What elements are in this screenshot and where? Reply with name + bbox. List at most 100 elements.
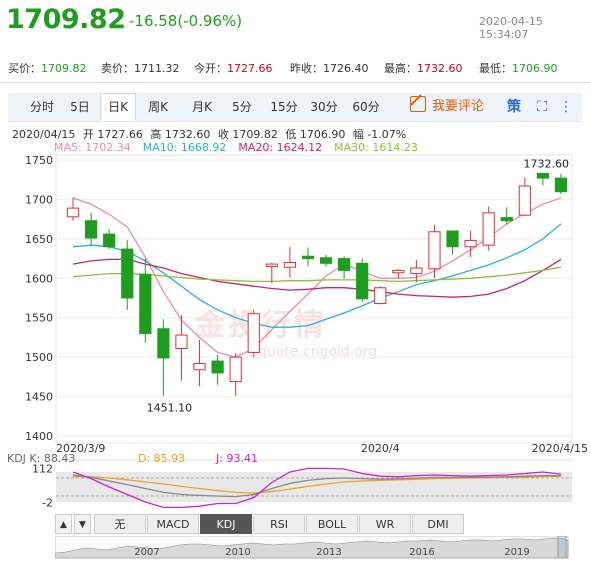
candle (193, 339, 206, 387)
candle-body (121, 248, 134, 299)
current-price: 1709.82 (6, 4, 126, 35)
candle (392, 268, 405, 279)
tab-7[interactable]: 30分 (306, 93, 342, 121)
y-tick-label: 1600 (25, 272, 53, 285)
zoom-out-button[interactable]: ▼ (74, 514, 91, 534)
candle (338, 256, 351, 279)
ohlc-high: 高 1732.60 (150, 128, 211, 141)
indicator-tab-kdj[interactable]: KDJ (200, 514, 252, 534)
candle-body (193, 362, 206, 371)
quote-label: 买价： (8, 62, 41, 75)
zoom-in-button[interactable]: ▲ (55, 514, 72, 534)
tab-5[interactable]: 5分 (224, 93, 260, 121)
quote-label: 今开： (194, 62, 227, 75)
quote-label: 昨收： (290, 62, 323, 75)
tab-0[interactable]: 分时 (24, 93, 60, 121)
candle (301, 247, 315, 267)
ohlc-amp: 幅 -1.07% (352, 128, 407, 141)
quote-label: 最低： (479, 62, 512, 75)
candle-body (319, 257, 333, 264)
range-navigator[interactable]: 2007 2010 2013 2016 2019 (55, 536, 570, 560)
tab-6[interactable]: 15分 (266, 93, 302, 121)
ohlc-legend: 2020/04/15 开 1727.66 高 1732.60 收 1709.82… (12, 126, 410, 142)
y-tick-label: 1650 (25, 233, 53, 246)
price-change: -16.58(-0.96%) (129, 12, 243, 30)
more-icon[interactable]: ⋮ (556, 97, 576, 117)
ohlc-close: 收 1709.82 (217, 128, 278, 141)
candle (464, 230, 477, 257)
tab-1[interactable]: 5日 (62, 93, 98, 121)
indicator-tab-dmi[interactable]: DMI (412, 514, 464, 534)
comment-button[interactable]: 我要评论 (410, 95, 484, 119)
candle-body (66, 207, 80, 218)
indicator-tab-无[interactable]: 无 (94, 514, 146, 534)
quote-label: 最高： (384, 62, 417, 75)
candle-body (410, 267, 423, 275)
candle (518, 177, 531, 216)
period-tabbar: 分时 5日 日K 周K 月K 5分 15分 30分 60分 我要评论 策 ⛶ ⋮ (8, 93, 582, 122)
quote-item: 最低：1706.90 (479, 60, 558, 76)
indicator-tab-rsi[interactable]: RSI (253, 514, 305, 534)
quote-value: 1727.66 (227, 62, 273, 75)
candle-body (536, 172, 549, 179)
candle (356, 258, 369, 302)
indicator-tab-wr[interactable]: WR (359, 514, 411, 534)
y-tick-label: 1700 (25, 193, 53, 206)
navigator-selection[interactable] (557, 536, 567, 559)
candle (446, 230, 459, 255)
candle-body (283, 262, 296, 268)
navigator-year-label: 2010 (225, 547, 250, 558)
navigator-year-label: 2007 (134, 547, 159, 558)
y-tick-label: 1450 (25, 391, 53, 404)
candle-body (428, 231, 441, 270)
indicator-tab-boll[interactable]: BOLL (306, 514, 358, 534)
candle-body (247, 313, 260, 353)
fullscreen-icon[interactable]: ⛶ (532, 97, 552, 117)
quote-row: 买价：1709.82 卖价：1711.32 今开：1727.66 昨收：1726.40… (0, 60, 591, 76)
candle (139, 258, 152, 343)
candle-body (518, 185, 531, 216)
ohlc-open: 开 1727.66 (82, 128, 143, 141)
divider (0, 82, 591, 83)
kdj-legend-item: D: 85.93 (138, 452, 185, 465)
candle (265, 262, 278, 284)
quote-item: 今开：1727.66 (194, 60, 273, 76)
kdj-axis-label: -2 (42, 497, 53, 510)
quote-value: 1709.82 (41, 62, 87, 75)
navigator-year-label: 2016 (409, 547, 434, 558)
candle-body (85, 220, 98, 239)
ohlc-low: 低 1706.90 (285, 128, 346, 141)
candle (121, 240, 134, 310)
kline-chart: 140014501500155016001650170017502020/3/9… (7, 154, 588, 510)
indicator-tab-macd[interactable]: MACD (147, 514, 199, 534)
strategy-icon[interactable]: 策 (504, 97, 524, 117)
navigator-year-label: 2013 (316, 547, 341, 558)
quote-label: 卖价： (101, 62, 134, 75)
navigator-year-label: 2019 (504, 547, 529, 558)
quote-value: 1706.90 (512, 62, 558, 75)
tab-4[interactable]: 月K (184, 93, 220, 121)
tab-8[interactable]: 60分 (348, 93, 384, 121)
candle-body (392, 269, 405, 274)
candle-body (265, 263, 278, 267)
extreme-annotation: 1732.60 (523, 158, 569, 171)
candle-body (211, 360, 224, 374)
candle (66, 197, 80, 221)
candle (247, 309, 260, 358)
quote-value: 1726.40 (323, 62, 369, 75)
y-tick-label: 1550 (25, 312, 53, 325)
candle-body (157, 328, 170, 359)
candle-body (338, 258, 351, 271)
x-tick-label: 2020/4/15 (532, 442, 588, 455)
quote-item: 买价：1709.82 (8, 60, 87, 76)
y-tick-label: 1750 (25, 154, 53, 167)
candle-body (139, 273, 152, 334)
candle (283, 246, 296, 278)
tab-3[interactable]: 周K (140, 93, 176, 121)
candle (554, 173, 568, 194)
candle (374, 286, 387, 305)
quote-value: 1732.60 (417, 62, 463, 75)
candle-body (301, 255, 315, 260)
tab-2[interactable]: 日K (100, 93, 136, 121)
candle (157, 319, 170, 396)
